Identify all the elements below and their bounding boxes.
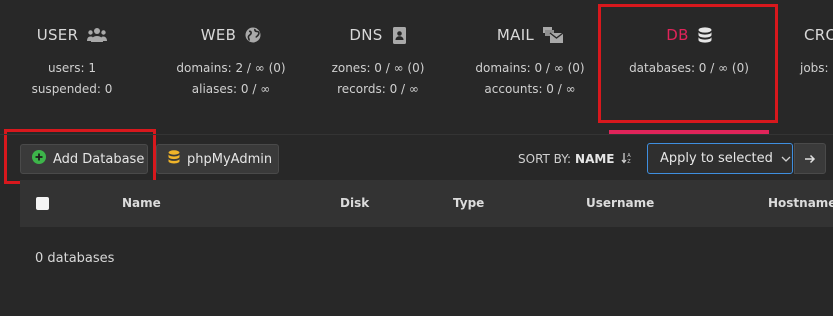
- tab-dns-label: DNS: [349, 26, 383, 44]
- tab-mail-domains: domains: 0 / ∞ (0): [475, 61, 585, 75]
- tab-db-label: DB: [666, 26, 689, 44]
- tab-db-databases: databases: 0 / ∞ (0): [629, 61, 749, 75]
- tab-dns-records: records: 0 / ∞: [337, 82, 419, 96]
- column-type[interactable]: Type: [453, 196, 484, 210]
- tab-web[interactable]: WEB domains: 2 / ∞ (0) aliases: 0 / ∞: [168, 0, 294, 134]
- stats-tabs: USER users: 1 suspended: 0 WEB domains: …: [0, 0, 833, 134]
- add-database-label: Add Database: [53, 151, 145, 167]
- tab-cron-label: CRO: [804, 26, 833, 44]
- select-all-checkbox[interactable]: [36, 197, 49, 210]
- database-icon: [168, 150, 180, 168]
- database-count: 0 databases: [35, 251, 115, 266]
- globe-icon: [245, 27, 261, 43]
- tab-dns-zones: zones: 0 / ∞ (0): [331, 61, 425, 75]
- tab-user[interactable]: USER users: 1 suspended: 0: [20, 0, 124, 134]
- arrow-right-icon: [804, 149, 816, 168]
- tab-web-label: WEB: [200, 26, 237, 44]
- tab-web-aliases: aliases: 0 / ∞: [191, 82, 271, 96]
- phpmyadmin-button[interactable]: phpMyAdmin: [156, 144, 279, 174]
- sort-control[interactable]: SORT BY: NAME AZ: [518, 152, 633, 167]
- plus-circle-icon: [32, 150, 46, 168]
- toolbar: Add Database phpMyAdmin SORT BY: NAME AZ …: [0, 134, 833, 179]
- bulk-action-value: Apply to selected: [660, 151, 773, 166]
- sort-by-label: SORT BY:: [518, 152, 572, 166]
- svg-text:Z: Z: [628, 159, 632, 164]
- column-disk[interactable]: Disk: [340, 196, 369, 210]
- bulk-action-select[interactable]: Apply to selected: [647, 143, 793, 174]
- address-book-icon: [392, 26, 407, 44]
- apply-button[interactable]: [794, 143, 826, 174]
- tab-cron-jobs: jobs: 0: [800, 61, 833, 75]
- sort-value: NAME: [575, 152, 615, 166]
- tab-web-domains: domains: 2 / ∞ (0): [176, 61, 286, 75]
- tab-mail-label: MAIL: [496, 26, 535, 44]
- add-database-button[interactable]: Add Database: [20, 144, 148, 174]
- database-icon: [698, 27, 712, 43]
- tab-dns[interactable]: DNS zones: 0 / ∞ (0) records: 0 / ∞: [318, 0, 438, 134]
- mail-bulk-icon: [543, 27, 564, 43]
- tab-cron[interactable]: CRO jobs: 0: [792, 0, 833, 134]
- table-header: Name Disk Type Username Hostname: [20, 180, 833, 227]
- column-name[interactable]: Name: [122, 196, 161, 210]
- tab-db[interactable]: DB databases: 0 / ∞ (0): [609, 0, 769, 134]
- users-icon: [87, 27, 108, 43]
- column-hostname[interactable]: Hostname: [768, 196, 833, 210]
- sort-alpha-icon: AZ: [621, 152, 633, 167]
- chevron-down-icon: [781, 151, 791, 166]
- tab-user-suspended: suspended: 0: [31, 82, 113, 96]
- tab-mail[interactable]: MAIL domains: 0 / ∞ (0) accounts: 0 / ∞: [462, 0, 598, 134]
- tab-user-users: users: 1: [48, 61, 96, 75]
- column-username[interactable]: Username: [586, 196, 654, 210]
- tab-mail-accounts: accounts: 0 / ∞: [484, 82, 576, 96]
- tab-user-label: USER: [36, 26, 79, 44]
- phpmyadmin-label: phpMyAdmin: [187, 151, 273, 167]
